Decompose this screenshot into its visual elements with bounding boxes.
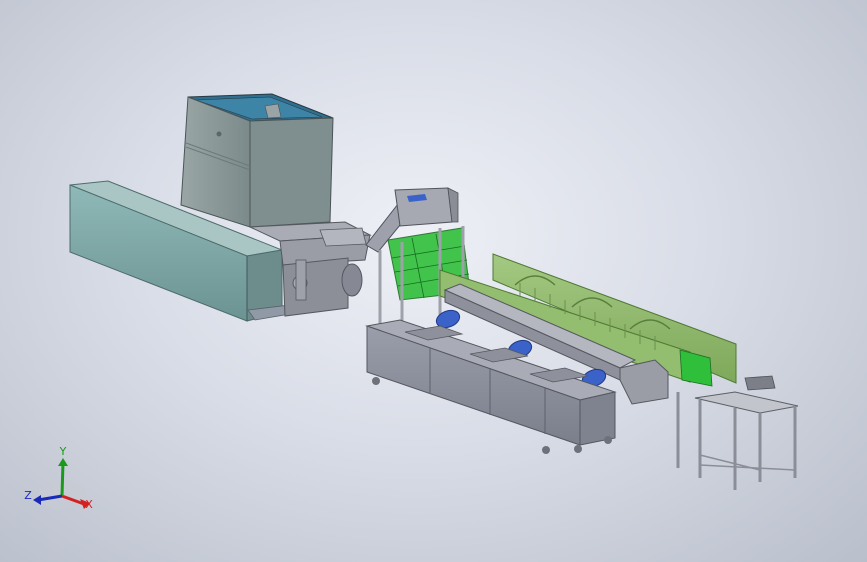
assembly-model[interactable]: Y X Z <box>0 0 867 562</box>
z-axis-arrow <box>33 495 41 505</box>
y-axis-line <box>60 461 65 497</box>
discharge-table[interactable] <box>676 375 799 490</box>
feed-hopper[interactable] <box>180 93 334 228</box>
y-axis-label: Y <box>59 445 67 458</box>
coordinate-triad: Y X Z <box>24 445 93 511</box>
z-axis-label: Z <box>24 489 32 502</box>
cad-viewport[interactable]: Y X Z <box>0 0 867 562</box>
x-axis-label: X <box>85 498 93 511</box>
y-axis-arrow <box>58 458 68 466</box>
